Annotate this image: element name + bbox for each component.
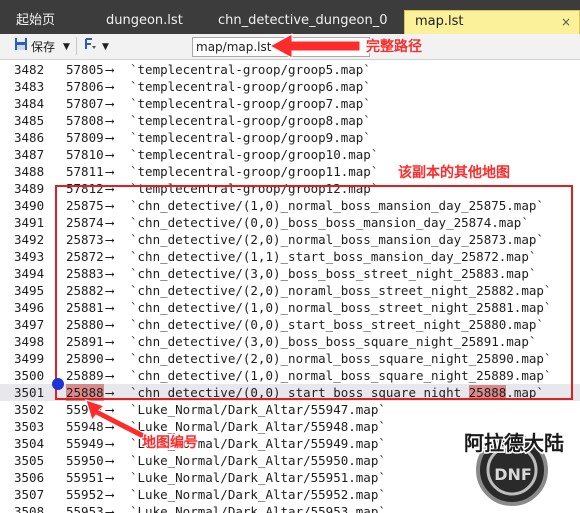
annotation-full-path: 完整路径 <box>366 39 422 55</box>
annotation-other-maps: 该副本的其他地图 <box>398 165 510 181</box>
annotation-map-id: 地图编号 <box>142 435 198 451</box>
logo-sub: DNF <box>494 465 532 484</box>
logo-title: 阿拉德大陆 <box>464 431 564 455</box>
arrow-to-map-id-icon <box>85 399 151 442</box>
logo-watermark: 阿拉德大陆 DNF <box>452 410 577 510</box>
arrow-to-path-icon <box>268 33 361 59</box>
